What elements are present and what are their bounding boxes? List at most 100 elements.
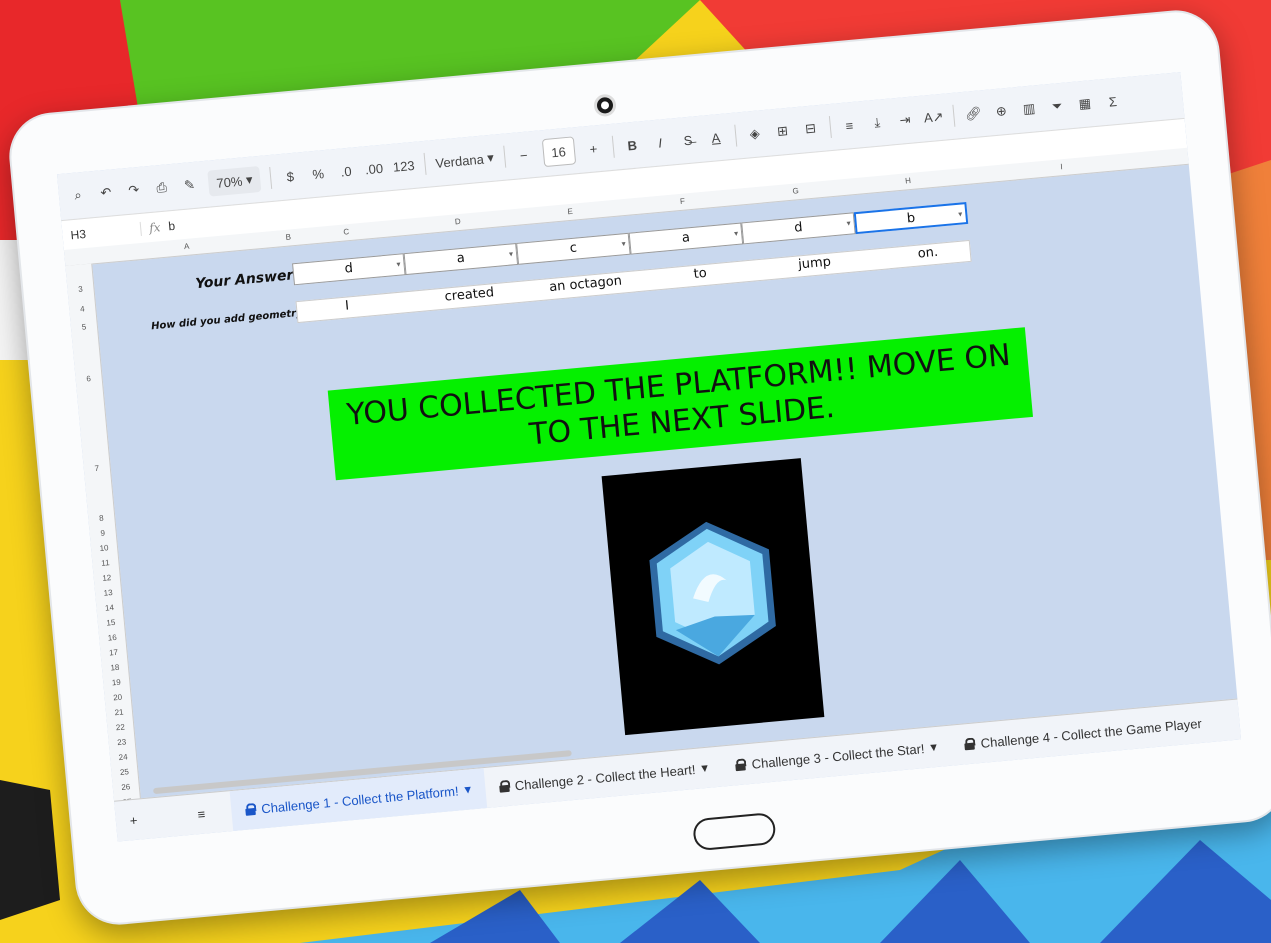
font-size-input[interactable]: 16 (541, 136, 576, 168)
column-header[interactable]: B (285, 232, 291, 241)
print-icon[interactable]: ⎙ (152, 174, 172, 202)
vertical-align-icon[interactable]: ⤓ (867, 109, 887, 137)
text-wrap-icon[interactable]: ⇥ (895, 106, 915, 134)
number-format-button[interactable]: 123 (392, 152, 416, 180)
zoom-value: 70% (215, 173, 244, 191)
answer-value: a (681, 230, 691, 246)
dropdown-arrow-icon[interactable]: ▾ (621, 234, 627, 254)
row-header[interactable]: 13 (95, 587, 122, 598)
answer-cell[interactable]: a ▾ (628, 222, 744, 255)
column-header[interactable]: A (184, 242, 190, 251)
column-header[interactable]: C (343, 227, 350, 236)
decrease-decimal-button[interactable]: .0 (336, 157, 356, 185)
row-header[interactable]: 18 (102, 662, 129, 673)
row-header[interactable]: 7 (83, 463, 110, 474)
row-header[interactable]: 16 (99, 632, 126, 643)
chevron-down-icon[interactable]: ▾ (701, 760, 709, 777)
column-header[interactable]: D (455, 217, 462, 226)
increase-decimal-button[interactable]: .00 (364, 155, 384, 183)
row-header[interactable]: 11 (92, 557, 119, 568)
fill-color-icon[interactable]: ◈ (745, 120, 765, 148)
row-header[interactable]: 20 (104, 692, 131, 703)
column-header[interactable]: G (792, 186, 799, 196)
hexagon-gem-icon (649, 521, 776, 665)
row-header[interactable]: 10 (91, 542, 118, 553)
paint-format-icon[interactable]: ✎ (179, 172, 199, 200)
column-header[interactable]: H (905, 176, 912, 185)
chart-icon[interactable]: ▥ (1019, 95, 1039, 123)
name-box[interactable]: H3 (61, 221, 142, 244)
answer-cell[interactable]: d ▾ (292, 253, 406, 286)
dropdown-arrow-icon[interactable]: ▾ (733, 224, 739, 244)
fx-icon: fx (148, 220, 162, 236)
strikethrough-icon[interactable]: S̶ (678, 126, 698, 154)
dropdown-arrow-icon[interactable]: ▾ (957, 204, 963, 224)
link-icon[interactable]: 🔗︎ (963, 100, 983, 128)
font-select[interactable]: Verdana ▾ (434, 145, 495, 176)
answer-cell[interactable]: c ▾ (516, 232, 631, 265)
divider (269, 166, 273, 189)
text-rotate-icon[interactable]: A↗ (923, 104, 945, 132)
currency-button[interactable]: $ (280, 162, 300, 190)
borders-icon[interactable]: ⊞ (772, 118, 792, 146)
row-header[interactable]: 22 (107, 722, 134, 733)
column-header[interactable]: I (1060, 162, 1063, 171)
dropdown-arrow-icon[interactable]: ▾ (846, 214, 852, 234)
divider (502, 145, 506, 168)
filter-icon[interactable]: ⏷ (1047, 93, 1067, 121)
merge-cells-icon[interactable]: ⊟ (800, 115, 820, 143)
dropdown-arrow-icon[interactable]: ▾ (508, 244, 514, 264)
functions-icon[interactable]: Σ (1103, 88, 1123, 116)
row-header[interactable]: 15 (98, 617, 125, 628)
row-header[interactable]: 26 (112, 781, 139, 792)
success-banner: YOU COLLECTED THE PLATFORM!! MOVE ON TO … (327, 327, 1033, 481)
filter-views-icon[interactable]: ▦ (1075, 90, 1095, 118)
row-header[interactable]: 4 (69, 303, 96, 314)
bold-button[interactable]: B (622, 131, 642, 159)
column-header[interactable]: E (567, 207, 573, 216)
row-header[interactable]: 25 (111, 766, 138, 777)
lock-icon (964, 738, 975, 751)
zoom-select[interactable]: 70% ▾ (207, 165, 262, 197)
chevron-down-icon[interactable]: ▾ (464, 781, 472, 798)
text-color-icon[interactable]: A (706, 124, 726, 152)
row-header[interactable]: 24 (110, 752, 137, 763)
divider (423, 152, 427, 175)
row-header[interactable]: 14 (96, 602, 123, 613)
italic-button[interactable]: I (650, 129, 670, 157)
add-sheet-icon[interactable]: + (114, 796, 185, 842)
row-header[interactable]: 23 (108, 737, 135, 748)
geometry-question-label: How did you add geometry? (150, 307, 309, 333)
font-size-minus-button[interactable]: − (514, 141, 534, 169)
row-header[interactable]: 9 (89, 527, 116, 538)
sentence-word: to (693, 265, 708, 282)
row-header[interactable]: 8 (88, 513, 115, 524)
row-header[interactable]: 12 (93, 572, 120, 583)
horizontal-align-icon[interactable]: ≡ (839, 112, 859, 140)
comment-icon[interactable]: ⊕ (991, 98, 1011, 126)
undo-icon[interactable]: ↶ (96, 179, 116, 207)
search-icon[interactable]: ⌕ (68, 182, 88, 210)
row-header[interactable]: 21 (106, 707, 133, 718)
dropdown-arrow-icon[interactable]: ▾ (396, 255, 402, 275)
row-header[interactable]: 17 (100, 647, 127, 658)
row-header[interactable]: 6 (75, 373, 102, 384)
divider (733, 124, 737, 147)
gem-image (601, 458, 825, 736)
chevron-down-icon[interactable]: ▾ (930, 739, 938, 756)
percent-button[interactable]: % (308, 160, 328, 188)
answer-value: c (569, 240, 578, 257)
answer-cell[interactable]: d ▾ (741, 212, 856, 245)
formula-input[interactable]: b (168, 219, 176, 234)
all-sheets-icon[interactable]: ≡ (182, 791, 233, 835)
answer-cell[interactable]: a ▾ (403, 242, 519, 276)
row-header[interactable]: 19 (103, 677, 130, 688)
column-header[interactable]: F (680, 197, 686, 206)
tab-label: Challenge 2 - Collect the Heart! (514, 761, 697, 793)
redo-icon[interactable]: ↷ (124, 177, 144, 205)
row-header[interactable]: 5 (71, 321, 98, 332)
lock-icon (245, 803, 256, 816)
selected-answer-cell[interactable]: b ▾ (853, 202, 969, 235)
row-header[interactable]: 3 (67, 283, 94, 294)
font-size-plus-button[interactable]: + (583, 135, 603, 163)
